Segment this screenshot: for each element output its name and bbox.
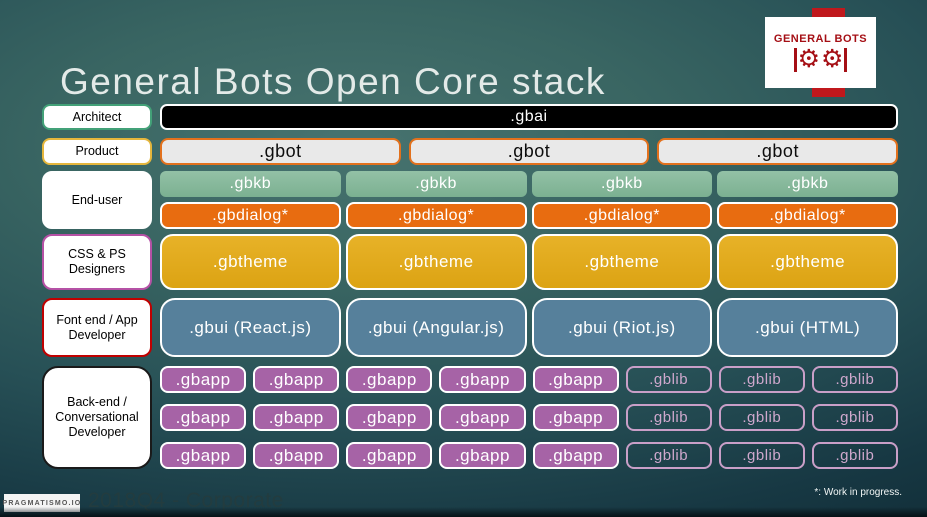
gbtheme-box: .gbtheme xyxy=(160,234,341,290)
row-apps-1: .gbapp .gbapp .gbapp .gbapp .gbapp .gbli… xyxy=(160,366,898,393)
slide-title: General Bots Open Core stack xyxy=(60,60,606,102)
gbkb-box: .gbkb xyxy=(717,171,898,197)
gbot-box: .gbot xyxy=(408,138,650,165)
row-apps-3: .gbapp .gbapp .gbapp .gbapp .gbapp .gbli… xyxy=(160,442,898,469)
gbapp-box: .gbapp xyxy=(160,442,247,469)
gbapp-box: .gbapp xyxy=(532,404,619,431)
row-gbkb: .gbkb .gbkb .gbkb .gbkb xyxy=(160,171,898,197)
role-label-backend-conversational-developer: Back-end / Conversational Developer xyxy=(42,366,152,469)
gbkb-box: .gbkb xyxy=(531,171,713,197)
gbui-react-box: .gbui (React.js) xyxy=(160,298,341,357)
row-gbot: .gbot .gbot .gbot xyxy=(160,138,899,165)
gbui-angular-box: .gbui (Angular.js) xyxy=(345,298,527,357)
gbapp-box: .gbapp xyxy=(253,366,340,393)
gbdialog-box: .gbdialog* xyxy=(345,202,527,229)
gear-bar-right-icon xyxy=(844,47,848,72)
gbapp-box: .gbapp xyxy=(439,366,526,393)
logo-gears: ⚙ ⚙ xyxy=(793,45,848,73)
role-label-frontend-app-developer: Font end / App Developer xyxy=(42,298,152,357)
gbapp-box: .gbapp xyxy=(160,366,247,393)
gbapp-box: .gbapp xyxy=(532,366,619,393)
role-label-architect: Architect xyxy=(42,104,152,130)
role-label-text: Font end / App Developer xyxy=(56,312,138,342)
gbdialog-box: .gbdialog* xyxy=(160,202,341,229)
gbui-riot-box: .gbui (Riot.js) xyxy=(531,298,713,357)
gblib-box: .gblib xyxy=(811,366,898,393)
role-label-product: Product xyxy=(42,138,152,165)
role-label-text: End-user xyxy=(71,192,123,207)
role-label-end-user: End-user xyxy=(42,171,152,229)
gbai-box: .gbai xyxy=(160,104,898,130)
gblib-box: .gblib xyxy=(718,366,805,393)
gbkb-box: .gbkb xyxy=(345,171,527,197)
gblib-box: .gblib xyxy=(718,404,805,431)
general-bots-logo: GENERAL BOTS ⚙ ⚙ xyxy=(765,8,876,97)
gblib-box: .gblib xyxy=(625,366,712,393)
gbapp-box: .gbapp xyxy=(346,404,433,431)
row-gbai: .gbai xyxy=(160,104,898,130)
gbtheme-box: .gbtheme xyxy=(345,234,527,290)
gbtheme-box: .gbtheme xyxy=(531,234,713,290)
gbkb-box: .gbkb xyxy=(160,171,341,197)
row-gbdialog: .gbdialog* .gbdialog* .gbdialog* .gbdial… xyxy=(160,202,898,229)
role-label-css-ps-designers: CSS & PS Designers xyxy=(42,234,152,290)
gbapp-box: .gbapp xyxy=(160,404,247,431)
work-in-progress-footnote: *: Work in progress. xyxy=(814,487,902,498)
gbapp-box: .gbapp xyxy=(346,442,433,469)
gbtheme-box: .gbtheme xyxy=(717,234,898,290)
gblib-box: .gblib xyxy=(811,404,898,431)
role-label-text: Architect xyxy=(72,109,122,124)
gbapp-box: .gbapp xyxy=(439,442,526,469)
gbdialog-box: .gbdialog* xyxy=(531,202,713,229)
gear-bar-left-icon xyxy=(793,47,797,72)
logo-brand-text: GENERAL BOTS xyxy=(773,33,868,45)
logo-card: GENERAL BOTS ⚙ ⚙ xyxy=(765,17,876,88)
gear-icon: ⚙ xyxy=(821,45,844,73)
gbot-box: .gbot xyxy=(657,138,899,165)
row-gbui: .gbui (React.js) .gbui (Angular.js) .gbu… xyxy=(160,298,898,357)
role-label-text: CSS & PS Designers xyxy=(68,247,126,276)
gbapp-box: .gbapp xyxy=(346,366,433,393)
gblib-box: .gblib xyxy=(625,404,712,431)
gblib-box: .gblib xyxy=(811,442,898,469)
row-apps-2: .gbapp .gbapp .gbapp .gbapp .gbapp .gbli… xyxy=(160,404,898,431)
role-label-text: Back-end / Conversational Developer xyxy=(55,395,139,439)
gblib-box: .gblib xyxy=(718,442,805,469)
gbui-html-box: .gbui (HTML) xyxy=(717,298,898,357)
gbapp-box: .gbapp xyxy=(253,442,340,469)
role-label-text: Product xyxy=(75,144,119,158)
gbdialog-box: .gbdialog* xyxy=(717,202,898,229)
slide-canvas: General Bots Open Core stack GENERAL BOT… xyxy=(0,0,927,517)
bottom-vignette xyxy=(0,507,927,517)
gblib-box: .gblib xyxy=(625,442,712,469)
gbapp-box: .gbapp xyxy=(532,442,619,469)
gbot-box: .gbot xyxy=(160,138,401,165)
gbapp-box: .gbapp xyxy=(439,404,526,431)
gbapp-box: .gbapp xyxy=(253,404,340,431)
gear-icon: ⚙ xyxy=(797,45,820,73)
row-gbtheme: .gbtheme .gbtheme .gbtheme .gbtheme xyxy=(160,234,898,290)
